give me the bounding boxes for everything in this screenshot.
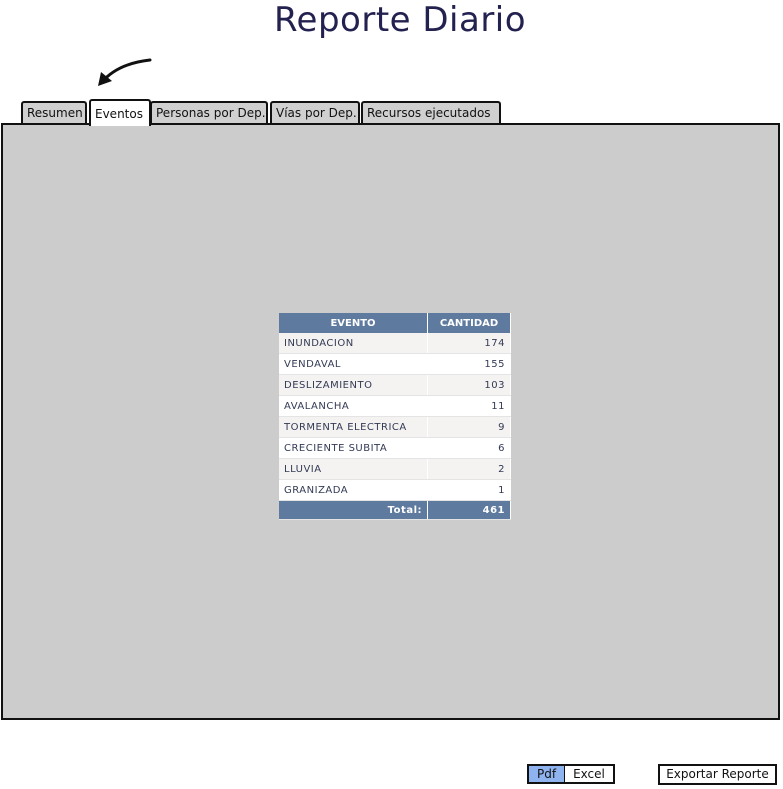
- tab-personas-por-dep[interactable]: Personas por Dep.: [150, 101, 268, 123]
- tab-vias-por-dep[interactable]: Vías por Dep.: [270, 101, 360, 123]
- page-title: Reporte Diario: [273, 0, 527, 40]
- format-excel-option[interactable]: Excel: [564, 766, 613, 782]
- cantidad-cell: 9: [427, 416, 511, 438]
- evento-cell: LLUVIA: [279, 458, 428, 480]
- tab-vias-label: Vías por Dep.: [276, 106, 357, 120]
- evento-cell: GRANIZADA: [279, 479, 428, 501]
- table-row[interactable]: VENDAVAL 155: [279, 353, 511, 375]
- total-label: Total:: [279, 500, 428, 520]
- export-report-button[interactable]: Exportar Reporte: [658, 764, 777, 785]
- tab-recursos-label: Recursos ejecutados: [367, 106, 491, 120]
- tab-personas-label: Personas por Dep.: [156, 106, 266, 120]
- format-pdf-option[interactable]: Pdf: [529, 766, 565, 782]
- column-header-cantidad[interactable]: CANTIDAD: [427, 313, 511, 333]
- cantidad-cell: 174: [427, 333, 511, 354]
- cantidad-cell: 11: [427, 395, 511, 417]
- cantidad-cell: 2: [427, 458, 511, 480]
- cantidad-cell: 1: [427, 479, 511, 501]
- table-row[interactable]: DESLIZAMIENTO 103: [279, 374, 511, 396]
- tab-eventos[interactable]: Eventos: [89, 99, 151, 126]
- cantidad-cell: 103: [427, 374, 511, 396]
- tab-resumen-label: Resumen: [27, 106, 83, 120]
- table-total-row: Total: 461: [279, 500, 511, 520]
- evento-cell: VENDAVAL: [279, 353, 428, 375]
- total-value: 461: [427, 500, 511, 520]
- cantidad-cell: 155: [427, 353, 511, 375]
- table-row[interactable]: INUNDACION 174: [279, 333, 511, 354]
- evento-cell: TORMENTA ELECTRICA: [279, 416, 428, 438]
- tab-recursos-ejecutados[interactable]: Recursos ejecutados: [361, 101, 501, 123]
- cantidad-cell: 6: [427, 437, 511, 459]
- evento-cell: CRECIENTE SUBITA: [279, 437, 428, 459]
- arrow-pointer-icon: [98, 58, 152, 86]
- evento-cell: AVALANCHA: [279, 395, 428, 417]
- table-header-row: EVENTO CANTIDAD: [279, 313, 511, 333]
- table-row[interactable]: AVALANCHA 11: [279, 395, 511, 417]
- table-row[interactable]: TORMENTA ELECTRICA 9: [279, 416, 511, 438]
- table-row[interactable]: GRANIZADA 1: [279, 479, 511, 501]
- column-header-evento[interactable]: EVENTO: [279, 313, 428, 333]
- tab-eventos-label: Eventos: [95, 107, 143, 121]
- tab-resumen[interactable]: Resumen: [21, 101, 87, 123]
- evento-cell: INUNDACION: [279, 333, 428, 354]
- export-format-toggle: Pdf Excel: [527, 764, 615, 784]
- evento-cell: DESLIZAMIENTO: [279, 374, 428, 396]
- eventos-table: EVENTO CANTIDAD INUNDACION 174 VENDAVAL …: [279, 313, 511, 520]
- table-row[interactable]: CRECIENTE SUBITA 6: [279, 437, 511, 459]
- table-row[interactable]: LLUVIA 2: [279, 458, 511, 480]
